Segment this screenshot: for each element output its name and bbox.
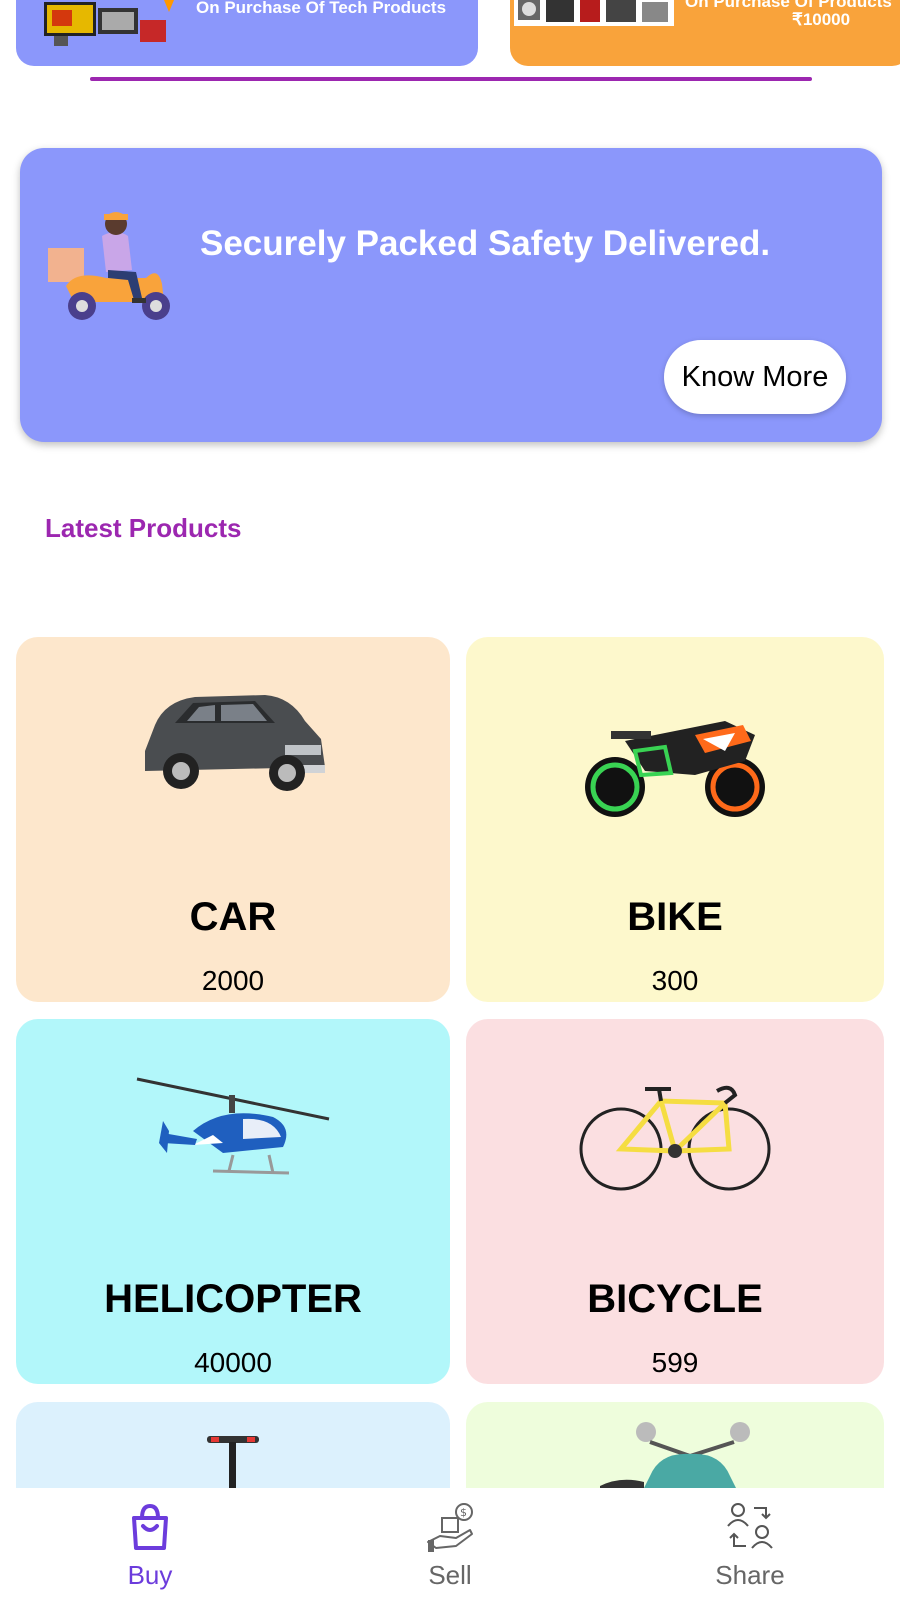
nav-item-share[interactable]: Share — [600, 1488, 900, 1600]
nav-item-sell[interactable]: $ Sell — [300, 1488, 600, 1600]
promo-price: ₹10000 — [792, 10, 851, 29]
product-price: 599 — [651, 1347, 699, 1378]
section-title: Latest Products — [45, 513, 242, 543]
product-name: BIKE — [627, 895, 723, 939]
promo-card-products[interactable]: On Purchase Of Products ₹10000 — [510, 0, 900, 66]
product-name: CAR — [189, 895, 277, 939]
nav-label: Share — [715, 1560, 785, 1590]
tech-products-image — [44, 0, 174, 46]
bottom-navigation: Buy $ Sell Share — [0, 1488, 900, 1600]
promo-card-tech[interactable]: On Purchase Of Tech Products — [16, 0, 478, 66]
helicopter-image — [136, 1077, 330, 1175]
products-image — [514, 0, 674, 26]
product-card-helicopter[interactable]: HELICOPTER 40000 — [16, 1019, 450, 1384]
carousel-indicator — [90, 77, 812, 81]
product-price: 300 — [651, 965, 699, 996]
nav-label: Sell — [428, 1560, 472, 1590]
share-people-icon — [727, 1503, 773, 1549]
bicycle-image — [579, 1085, 771, 1191]
delivery-banner: Securely Packed Safety Delivered. Know M… — [20, 148, 882, 442]
product-card-bicycle[interactable]: BICYCLE 599 — [466, 1019, 884, 1384]
know-more-button[interactable]: Know More — [664, 340, 846, 414]
delivery-scooter-illustration — [48, 212, 170, 320]
banner-title: Securely Packed Safety Delivered. — [200, 224, 771, 263]
product-card-car[interactable]: CAR 2000 — [16, 637, 450, 1002]
product-name: BICYCLE — [587, 1277, 763, 1321]
nav-label: Buy — [127, 1560, 173, 1590]
promo-text-line1: On Purchase Of Products — [685, 0, 892, 11]
product-card-bike[interactable]: BIKE 300 — [466, 637, 884, 1002]
promo-text: On Purchase Of Tech Products — [196, 0, 447, 17]
nav-item-buy[interactable]: Buy — [0, 1488, 300, 1600]
product-price: 40000 — [194, 1347, 272, 1378]
moped-image — [600, 1422, 750, 1496]
bike-image — [585, 721, 765, 817]
product-price: 2000 — [201, 965, 265, 996]
sell-hand-icon: $ — [427, 1503, 473, 1552]
svg-text:$: $ — [460, 1506, 467, 1519]
car-image — [145, 695, 325, 791]
product-name: HELICOPTER — [104, 1277, 362, 1321]
kick-scooter-image — [207, 1436, 259, 1492]
shopping-bag-icon — [132, 1503, 168, 1550]
